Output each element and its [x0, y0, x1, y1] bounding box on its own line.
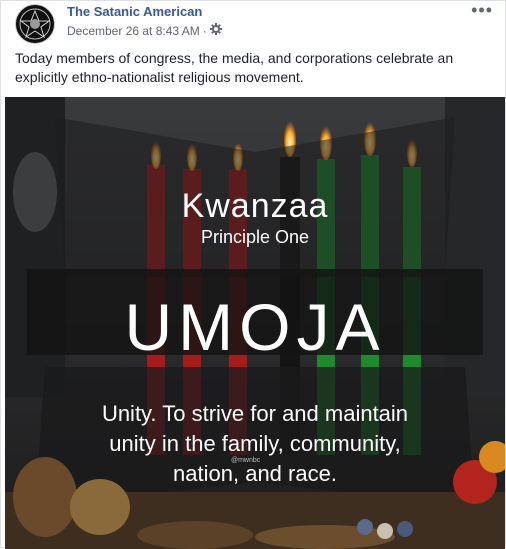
facebook-post: The Satanic American December 26 at 8:43…	[0, 0, 506, 549]
post-timestamp[interactable]: December 26 at 8:43 AM	[67, 24, 200, 38]
image-watermark: @mwnbc	[231, 457, 261, 464]
post-text: Today members of congress, the media, an…	[15, 50, 454, 85]
image-description: Unity. To strive for and maintain unity …	[5, 399, 505, 489]
image-subtitle: Principle One	[200, 227, 310, 247]
gear-icon[interactable]	[209, 23, 222, 38]
post-header: The Satanic American December 26 at 8:43…	[15, 0, 495, 44]
image-headline: UMOJA	[124, 290, 386, 364]
description-line: Unity. To strive for and maintain	[101, 401, 409, 426]
description-line: unity in the family, community,	[109, 431, 401, 456]
image-title: Kwanzaa	[181, 187, 329, 225]
page-name-link[interactable]: The Satanic American	[67, 4, 202, 19]
meta-separator: ·	[202, 23, 207, 38]
post-meta: December 26 at 8:43 AM ·	[67, 23, 222, 38]
goat-emblem-icon	[17, 6, 53, 42]
page-avatar[interactable]	[15, 4, 55, 44]
post-image[interactable]: Kwanzaa Principle One UMOJA Unity. To st…	[5, 97, 505, 549]
more-options-button[interactable]: •••	[471, 0, 493, 21]
